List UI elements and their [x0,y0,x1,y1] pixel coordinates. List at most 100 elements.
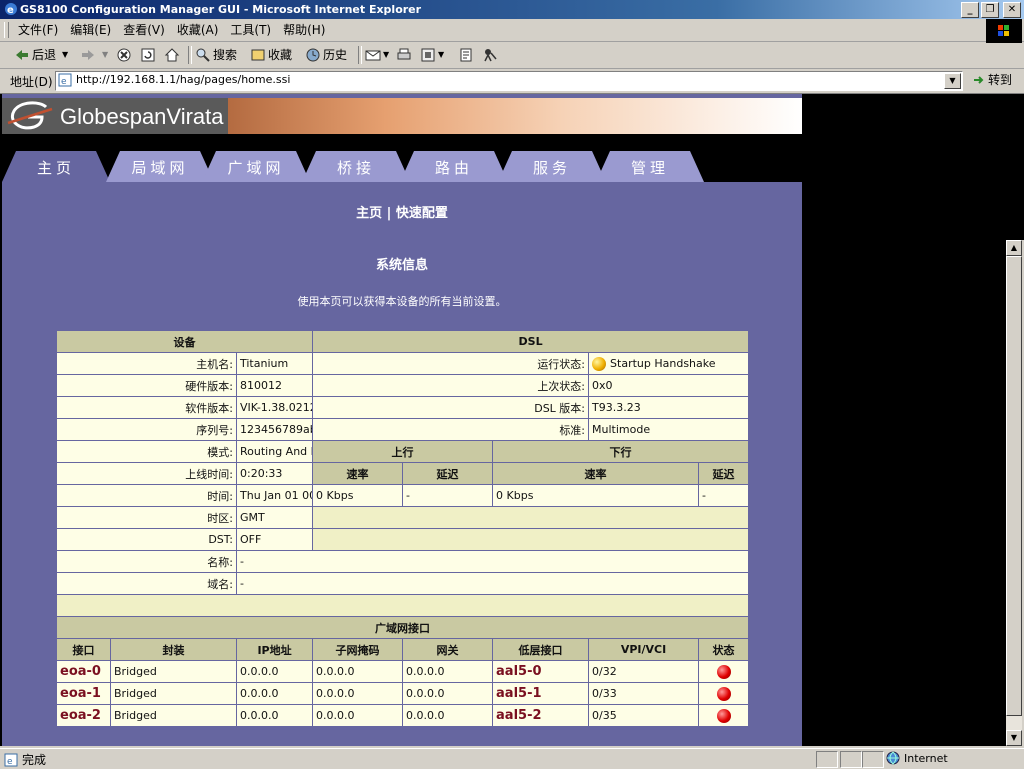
globe-icon [886,751,900,765]
stop-icon [116,47,132,63]
scroll-up-icon[interactable]: ▲ [1006,240,1022,256]
svg-text:e: e [61,77,67,87]
discuss-button[interactable] [458,45,476,65]
scroll-down-icon[interactable]: ▼ [1006,730,1022,746]
wan-col-header: 接口 [56,638,111,661]
tab-label: 局域网 [131,159,189,177]
wan-ip: 0.0.0.0 [235,682,314,705]
back-dropdown-icon[interactable]: ▼ [62,45,68,65]
address-label: 地址(D) [10,75,53,89]
minimize-button[interactable]: _ [961,2,979,18]
favorites-icon [250,47,266,63]
dsl-run-state-label: 运行状态: [312,352,590,375]
search-button[interactable]: 搜索 [195,45,237,65]
menu-favorites[interactable]: 收藏(A) [177,19,228,41]
mail-button[interactable]: ▼ [365,45,389,65]
device-label: 名称: [56,550,237,573]
menu-bar: 文件(F) 编辑(E) 查看(V) 收藏(A) 工具(T) 帮助(H) [0,19,1024,42]
messenger-button[interactable] [482,45,500,65]
logo-text: GlobespanVirata [60,104,224,129]
status-led-red-icon [716,708,731,723]
wan-vpivci: 0/33 [588,682,700,705]
window-title: GS8100 Configuration Manager GUI - Micro… [20,3,422,16]
forward-dropdown-icon[interactable]: ▼ [102,45,108,65]
go-button[interactable]: 转到 [972,71,1012,88]
up-latency: - [402,484,494,507]
status-text: 完成 [22,753,47,767]
forward-button[interactable]: ▼ [80,45,108,65]
tab-admin[interactable]: 管理 [596,151,704,182]
iface-text[interactable]: eoa-1 [60,686,101,701]
lower-text[interactable]: aal5-0 [496,664,542,679]
home-button[interactable] [164,45,182,65]
history-button[interactable]: 历史 [305,45,347,65]
up-rate: 0 Kbps [312,484,404,507]
tab-home[interactable]: 主页 [2,151,110,182]
wan-vpivci: 0/32 [588,660,700,683]
wan-iface-link[interactable]: eoa-2 [56,704,111,727]
tab-services[interactable]: 服务 [498,151,606,182]
iface-text[interactable]: eoa-2 [60,708,101,723]
wan-col-header[interactable]: IP地址 [235,638,314,661]
mail-dropdown-icon[interactable]: ▼ [383,45,389,65]
wan-iface-link[interactable]: eoa-1 [56,682,111,705]
stop-button[interactable] [116,45,134,65]
edit-button[interactable]: ▼ [420,45,444,65]
page-done-icon: e [4,753,18,767]
up-rate-header: 速率 [312,462,404,485]
wan-lower-link[interactable]: aal5-2 [492,704,590,727]
lower-text[interactable]: aal5-1 [496,686,542,701]
iface-text[interactable]: eoa-0 [60,664,101,679]
print-icon [396,47,412,63]
tab-bridge[interactable]: 桥接 [302,151,410,182]
address-dropdown-icon[interactable]: ▼ [944,73,961,89]
wan-status [698,704,750,727]
maximize-button[interactable]: ❐ [981,2,999,18]
dsl-upstream-header: 上行 [312,440,494,463]
dsl-standard: Multimode [588,418,750,441]
menu-tools[interactable]: 工具(T) [230,19,280,41]
messenger-icon [482,47,498,63]
device-value: Titanium [235,352,314,375]
menu-edit[interactable]: 编辑(E) [70,19,120,41]
device-label: 主机名: [56,352,237,375]
device-value: Thu Jan 01 00:20:33 1970 [235,484,314,507]
windows-flag-icon [998,25,1009,36]
scroll-thumb[interactable] [1006,256,1022,716]
wan-lower-link[interactable]: aal5-0 [492,660,590,683]
address-bar: 地址(D) e http://192.168.1.1/hag/pages/hom… [0,69,1024,94]
address-input[interactable]: e http://192.168.1.1/hag/pages/home.ssi … [55,71,963,91]
device-label: 序列号: [56,418,237,441]
status-done: e 完成 [4,751,46,768]
status-led-yellow-icon [592,356,607,371]
edit-dropdown-icon[interactable]: ▼ [438,45,444,65]
back-button[interactable]: 后退 ▼ [14,45,68,65]
vertical-scrollbar[interactable]: ▲ ▼ [1006,240,1022,746]
wan-title: 广域网接口 [55,616,750,639]
menu-help[interactable]: 帮助(H) [283,19,334,41]
table-row: eoa-1 Bridged 0.0.0.0 0.0.0.0 0.0.0.0 aa… [56,682,750,705]
wan-iface-link[interactable]: eoa-0 [56,660,111,683]
wan-lower-link[interactable]: aal5-1 [492,682,590,705]
page-icon: e [58,73,72,87]
favorites-button[interactable]: 收藏 [250,45,292,65]
dsl-standard-label: 标准: [312,418,590,441]
globespan-logo-icon [7,101,53,130]
status-pane [840,751,862,768]
close-button[interactable]: ✕ [1003,2,1021,18]
tab-wan[interactable]: 广域网 [202,151,310,182]
wan-col-header: 状态 [698,638,750,661]
tab-label: 管理 [630,159,669,177]
menu-file[interactable]: 文件(F) [18,19,67,41]
breadcrumb[interactable]: 主页 | 快速配置 [2,202,802,221]
section-title: 系统信息 [375,258,428,273]
dsl-version-label: DSL 版本: [312,396,590,419]
tab-routing[interactable]: 路由 [400,151,508,182]
tab-lan[interactable]: 局域网 [106,151,214,182]
print-button[interactable] [396,45,414,65]
home-icon [164,47,180,63]
menu-view[interactable]: 查看(V) [123,19,174,41]
refresh-button[interactable] [140,45,158,65]
title-bar: e GS8100 Configuration Manager GUI - Mic… [0,0,1024,19]
lower-text[interactable]: aal5-2 [496,708,542,723]
